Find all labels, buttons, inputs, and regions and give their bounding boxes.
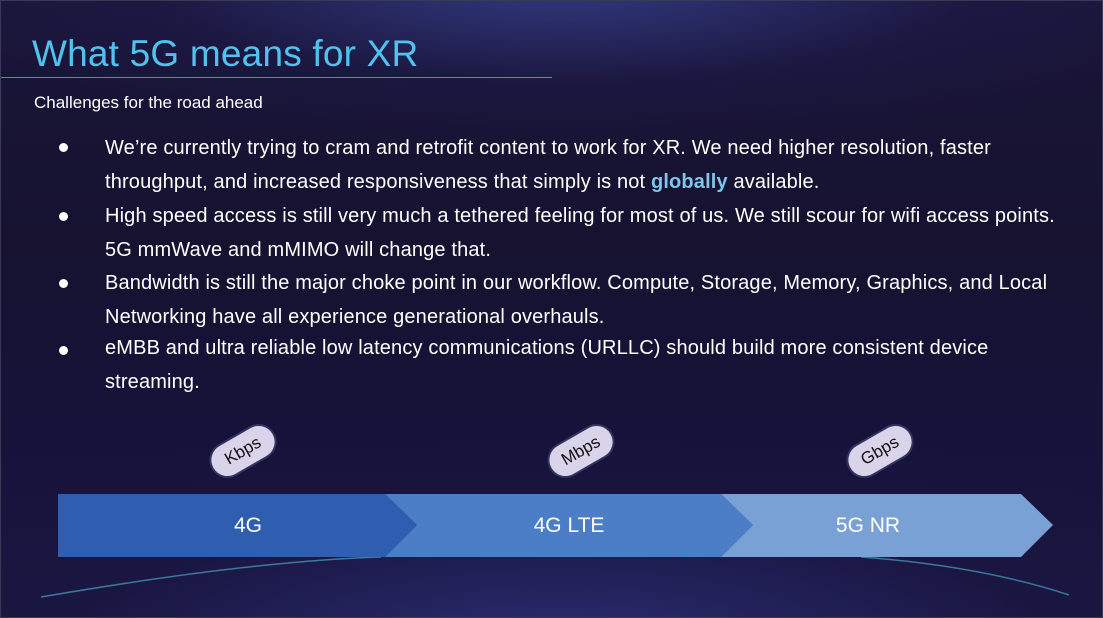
glow-line-left <box>40 556 382 598</box>
segment-label-4g: 4G <box>233 514 263 537</box>
segment-label-5gnr: 5G NR <box>835 514 901 537</box>
glow-line-right <box>860 556 1070 596</box>
slide: What 5G means for XR Challenges for the … <box>0 0 1103 618</box>
segment-label-4glte: 4G LTE <box>533 514 605 537</box>
